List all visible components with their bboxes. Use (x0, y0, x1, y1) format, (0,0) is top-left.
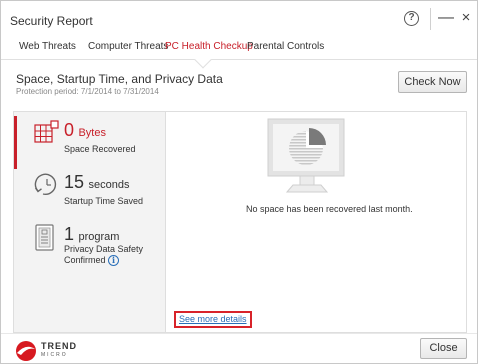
tab-web-threats[interactable]: Web Threats (19, 41, 76, 52)
brand-subname: MICRO (41, 352, 68, 358)
check-now-button[interactable]: Check Now (398, 71, 467, 93)
title-bar: Security Report ? — × (1, 1, 477, 37)
footer-divider (1, 333, 477, 334)
space-label: Space Recovered (64, 144, 136, 154)
privacy-label: Privacy Data Safety Confirmed i (64, 244, 144, 267)
startup-unit: seconds (88, 179, 130, 191)
tab-pc-health-checkup[interactable]: PC Health Checkup (165, 41, 253, 52)
disk-space-icon (34, 120, 60, 149)
brand-name: TREND (41, 341, 77, 351)
privacy-unit: program (78, 231, 120, 243)
section-title: Space, Startup Time, and Privacy Data (16, 72, 223, 86)
protection-period: Protection period: 7/1/2014 to 7/31/2014 (16, 87, 159, 96)
privacy-label-line2: Confirmed (64, 255, 106, 265)
info-icon[interactable]: i (108, 255, 120, 267)
privacy-value: 1 (64, 224, 75, 244)
help-icon[interactable]: ? (404, 11, 419, 26)
active-metric-indicator (14, 116, 17, 169)
startup-value: 15 (64, 172, 85, 192)
minimize-icon[interactable]: — (438, 9, 454, 27)
trend-micro-logo-icon (14, 340, 38, 364)
tab-divider (1, 59, 477, 60)
space-value: 0 (64, 120, 75, 140)
tab-bar: Web Threats Computer Threats PC Health C… (1, 37, 477, 57)
no-space-message: No space has been recovered last month. (246, 204, 413, 214)
metrics-pane: 0 Bytes Space Recovered 15 seconds Start… (14, 112, 166, 332)
clock-icon (34, 172, 60, 203)
security-report-window: Security Report ? — × Web Threats Comput… (0, 0, 478, 364)
title-separator (430, 8, 431, 30)
space-unit: Bytes (78, 127, 106, 139)
window-title: Security Report (10, 14, 93, 28)
close-icon[interactable]: × (459, 9, 473, 27)
document-icon (34, 224, 56, 257)
tab-parental-controls[interactable]: Parental Controls (247, 41, 324, 52)
privacy-label-line1: Privacy Data Safety (64, 244, 144, 254)
tab-computer-threats[interactable]: Computer Threats (88, 41, 168, 52)
close-button[interactable]: Close (420, 338, 467, 359)
monitor-pie-chart-icon (267, 118, 347, 199)
report-content: 0 Bytes Space Recovered 15 seconds Start… (13, 111, 467, 333)
startup-label: Startup Time Saved (64, 196, 144, 206)
see-more-details-link[interactable]: See more details (174, 311, 252, 328)
